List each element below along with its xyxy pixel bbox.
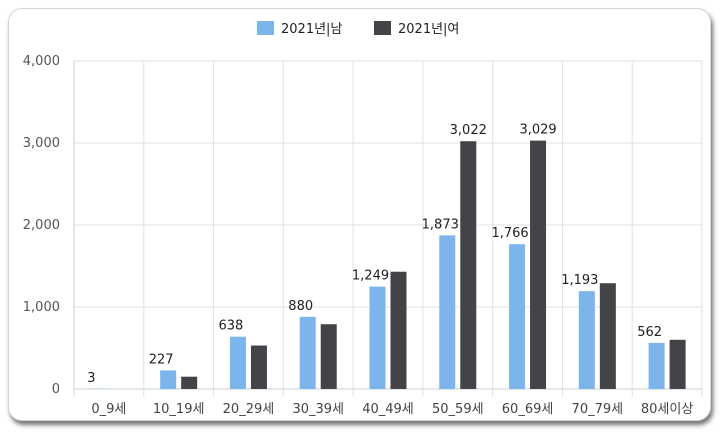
- x-tick-label: 20_29세: [223, 402, 275, 417]
- bar-female-4: [390, 271, 407, 389]
- data-label: 3,029: [519, 123, 556, 138]
- x-tick-label: 80세이상: [641, 402, 693, 417]
- data-label: 1,873: [422, 217, 459, 232]
- data-label: 638: [219, 319, 244, 334]
- legend-label: 2021년|여: [398, 22, 459, 37]
- x-tick-label: 60_69세: [502, 402, 554, 417]
- y-tick-label: 3,000: [23, 136, 60, 151]
- bar-female-6: [530, 140, 547, 389]
- data-label: 562: [637, 325, 662, 340]
- legend-swatch-0: [257, 21, 274, 35]
- bar-male-8: [648, 342, 665, 389]
- data-label: 227: [149, 352, 174, 367]
- x-tick-label: 40_49세: [362, 402, 414, 417]
- bar-male-2: [229, 336, 246, 389]
- bar-female-5: [460, 141, 477, 389]
- y-tick-label: 0: [52, 382, 60, 397]
- x-tick-label: 30_39세: [292, 402, 344, 417]
- bar-male-7: [578, 291, 595, 389]
- data-label: 3,022: [450, 123, 487, 138]
- data-label: 3: [87, 371, 95, 386]
- data-label: 1,766: [491, 226, 528, 241]
- bar-male-6: [509, 244, 526, 389]
- bar-male-1: [160, 370, 177, 389]
- bar-female-1: [181, 376, 198, 389]
- bar-male-4: [369, 286, 386, 389]
- bar-female-7: [599, 283, 616, 389]
- y-tick-label: 4,000: [23, 54, 60, 69]
- bar-female-2: [250, 345, 267, 389]
- data-label: 1,249: [352, 269, 389, 284]
- data-label: 880: [288, 299, 313, 314]
- legend-swatch-1: [374, 21, 391, 35]
- x-tick-label: 10_19세: [153, 402, 205, 417]
- bar-female-8: [669, 339, 686, 389]
- x-tick-label: 0_9세: [91, 402, 126, 417]
- y-tick-label: 2,000: [23, 218, 60, 233]
- legend-label: 2021년|남: [281, 22, 342, 37]
- x-tick-label: 50_59세: [432, 402, 484, 417]
- data-label: 1,193: [561, 273, 598, 288]
- y-tick-label: 1,000: [23, 300, 60, 315]
- x-tick-label: 70_79세: [572, 402, 624, 417]
- bar-chart: 0 1,000 2,000 3,000 4,000 0_9세 10_19세 20_29세 30_…: [23, 21, 703, 417]
- bar-female-3: [320, 324, 337, 389]
- bar-male-5: [439, 235, 456, 389]
- bar-male-3: [299, 316, 316, 389]
